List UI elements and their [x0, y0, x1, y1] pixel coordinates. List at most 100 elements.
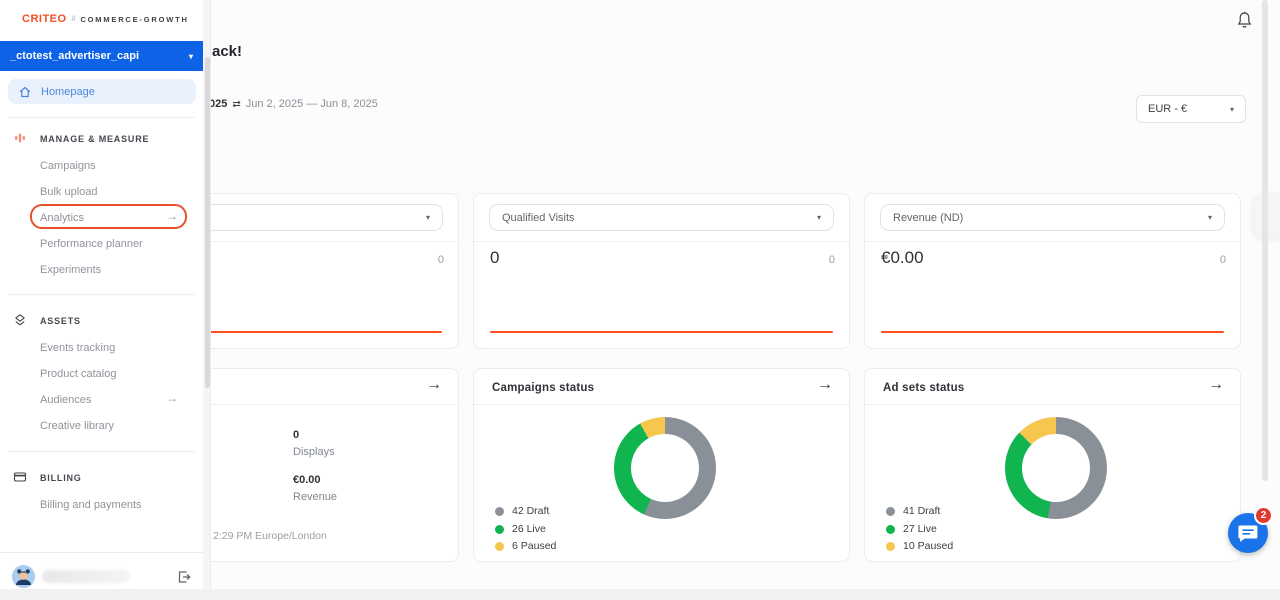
sidebar-item-performance-planner[interactable]: Performance planner [40, 238, 143, 250]
displays-value: 0 [293, 429, 299, 441]
adsets-status-card: Ad sets status → 41 Draft 27 Live 10 Pau… [864, 368, 1241, 562]
chevron-down-icon: ▾ [426, 213, 430, 222]
sidebar-item-product-catalog[interactable]: Product catalog [40, 368, 116, 380]
legend-dot-paused [886, 542, 895, 551]
chevron-down-icon: ▾ [1208, 213, 1212, 222]
legend-item: 26 Live [495, 523, 546, 535]
manage-measure-icon [13, 131, 27, 145]
advertiser-name: _ctotest_advertiser_capi [10, 50, 139, 62]
donut-hole [631, 434, 699, 502]
welcome-heading: ack! [212, 43, 242, 60]
advertiser-selector[interactable]: _ctotest_advertiser_capi ▾ [0, 41, 203, 71]
notifications-bell-icon[interactable] [1236, 11, 1253, 29]
sidebar-item-billing-and-payments[interactable]: Billing and payments [40, 499, 142, 511]
assets-layers-icon [13, 313, 27, 327]
section-title-billing: BILLING [40, 473, 82, 483]
metric-axis-value-3: 0 [1220, 254, 1226, 266]
arrow-right-icon: → [166, 391, 178, 405]
legend-label-paused: 10 Paused [903, 540, 953, 552]
legend-item: 41 Draft [886, 505, 940, 517]
arrow-right-icon[interactable]: → [817, 376, 833, 394]
divider [474, 404, 849, 405]
legend-dot-paused [495, 542, 504, 551]
date-range-previous-fragment: 025 [209, 98, 227, 110]
horizontal-scrollbar-track[interactable] [0, 589, 1280, 600]
date-range-row[interactable]: 025 ⇄ Jun 2, 2025 — Jun 8, 2025 [209, 98, 378, 110]
criteo-logo: CRITEO // COMMERCE-GROWTH [22, 13, 189, 25]
last-update-timestamp: 2:29 PM Europe/London [213, 530, 327, 542]
logout-icon[interactable] [177, 570, 191, 584]
divider [474, 241, 849, 242]
divider [8, 117, 195, 118]
arrow-right-icon[interactable]: → [426, 376, 442, 394]
card-title: Campaigns status [492, 382, 594, 394]
chat-unread-badge: 2 [1254, 506, 1273, 525]
sidebar-item-bulk-upload[interactable]: Bulk upload [40, 186, 98, 198]
metric-card-2: Qualified Visits ▾ 0 0 [473, 193, 850, 349]
sidebar: CRITEO // COMMERCE-GROWTH _ctotest_adver… [0, 0, 203, 589]
legend-item: 10 Paused [886, 540, 953, 552]
currency-selector-value: EUR - € [1148, 103, 1187, 115]
chevron-down-icon: ▾ [1230, 105, 1234, 114]
metric-trend-line-2 [490, 331, 833, 333]
billing-card-icon [13, 470, 27, 484]
logo-separator: // [72, 16, 76, 23]
legend-label-draft: 41 Draft [903, 505, 940, 517]
legend-label-draft: 42 Draft [512, 505, 549, 517]
metric-selector-2-label: Qualified Visits [502, 212, 575, 224]
metric-axis-value-1: 0 [438, 254, 444, 266]
sidebar-item-homepage[interactable]: Homepage [8, 79, 196, 104]
legend-label-paused: 6 Paused [512, 540, 556, 552]
metric-selector-3[interactable]: Revenue (ND) ▾ [880, 204, 1225, 231]
arrow-right-icon: → [166, 209, 178, 223]
chevron-down-icon: ▾ [189, 52, 193, 61]
divider [865, 241, 1240, 242]
divider [8, 451, 195, 452]
divider [0, 552, 203, 553]
section-title-manage-measure: MANAGE & MEASURE [40, 134, 149, 144]
sidebar-item-creative-library[interactable]: Creative library [40, 420, 114, 432]
section-title-assets: ASSETS [40, 316, 81, 326]
user-avatar[interactable] [12, 565, 35, 588]
divider [8, 294, 195, 295]
main-scrollbar[interactable] [1262, 0, 1268, 481]
adsets-status-donut-chart [1005, 417, 1107, 519]
donut-hole [1022, 434, 1090, 502]
metric-axis-value-2: 0 [829, 254, 835, 266]
metric-trend-line-3 [881, 331, 1224, 333]
legend-dot-live [886, 525, 895, 534]
sidebar-item-label: Homepage [41, 86, 95, 98]
chevron-down-icon: ▾ [817, 213, 821, 222]
legend-dot-draft [886, 507, 895, 516]
user-name-redacted [42, 570, 130, 583]
legend-dot-live [495, 525, 504, 534]
card-title: Ad sets status [883, 382, 964, 394]
analytics-highlight-box [30, 204, 187, 229]
date-range-current: Jun 2, 2025 — Jun 8, 2025 [246, 98, 378, 110]
revenue-label: Revenue [293, 491, 337, 503]
metric-selector-3-label: Revenue (ND) [893, 212, 963, 224]
displays-label: Displays [293, 446, 335, 458]
divider [865, 404, 1240, 405]
arrow-right-icon[interactable]: → [1208, 376, 1224, 394]
logo-secondary: COMMERCE-GROWTH [80, 15, 188, 24]
sidebar-item-audiences[interactable]: Audiences [40, 394, 91, 406]
home-icon [19, 86, 31, 98]
metric-value-2: 0 [490, 248, 499, 268]
sidebar-item-campaigns[interactable]: Campaigns [40, 160, 96, 172]
chat-support-button[interactable]: 2 [1228, 513, 1268, 553]
legend-item: 6 Paused [495, 540, 556, 552]
metric-card-3: Revenue (ND) ▾ €0.00 0 [864, 193, 1241, 349]
chat-bubble-icon [1238, 524, 1258, 543]
sidebar-scrollbar-thumb[interactable] [205, 57, 210, 388]
legend-item: 42 Draft [495, 505, 549, 517]
sidebar-item-events-tracking[interactable]: Events tracking [40, 342, 115, 354]
metric-selector-2[interactable]: Qualified Visits ▾ [489, 204, 834, 231]
currency-selector[interactable]: EUR - € ▾ [1136, 95, 1246, 123]
legend-dot-draft [495, 507, 504, 516]
legend-label-live: 26 Live [512, 523, 546, 535]
metric-value-3: €0.00 [881, 248, 924, 268]
sidebar-scrollbar-track[interactable] [203, 0, 211, 589]
campaigns-status-card: Campaigns status → 42 Draft 26 Live 6 Pa… [473, 368, 850, 562]
sidebar-item-experiments[interactable]: Experiments [40, 264, 101, 276]
